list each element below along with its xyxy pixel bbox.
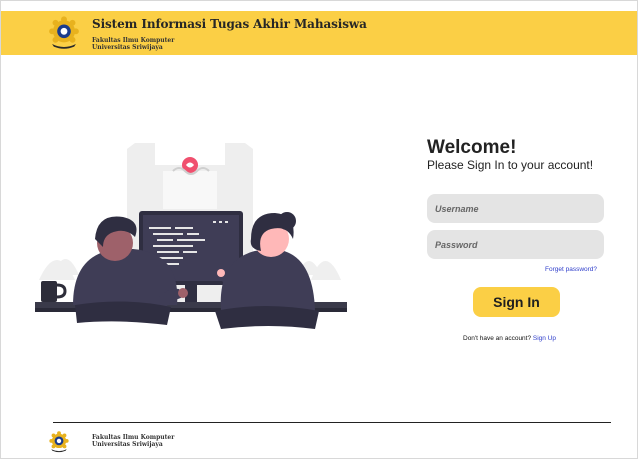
sign-up-link[interactable]: Sign Up xyxy=(533,335,556,342)
footer-faculty-label: Fakultas Ilmu Komputer xyxy=(92,434,175,441)
footer-university-label: Universitas Sriwijaya xyxy=(92,441,163,448)
page-frame: Sistem Informasi Tugas Akhir Mahasiswa F… xyxy=(0,0,638,459)
site-header: Sistem Informasi Tugas Akhir Mahasiswa F… xyxy=(1,11,637,55)
coding-team-illustration xyxy=(35,143,347,329)
welcome-heading: Welcome! xyxy=(427,137,517,158)
welcome-subheading: Please Sign In to your account! xyxy=(427,158,594,172)
university-label: Universitas Sriwijaya xyxy=(92,44,163,51)
username-input[interactable] xyxy=(427,194,604,223)
signup-prompt: Don't have an account? Sign Up xyxy=(463,335,556,342)
university-seal-icon xyxy=(49,16,79,49)
app-title: Sistem Informasi Tugas Akhir Mahasiswa xyxy=(92,17,367,31)
forgot-password-link[interactable]: Forget password? xyxy=(545,266,597,273)
faculty-label: Fakultas Ilmu Komputer xyxy=(92,37,175,44)
password-input[interactable] xyxy=(427,230,604,259)
footer-divider xyxy=(53,422,611,423)
sign-in-button[interactable]: Sign In xyxy=(473,287,560,317)
signup-prompt-text: Don't have an account? xyxy=(463,335,533,342)
university-seal-icon xyxy=(49,431,69,453)
